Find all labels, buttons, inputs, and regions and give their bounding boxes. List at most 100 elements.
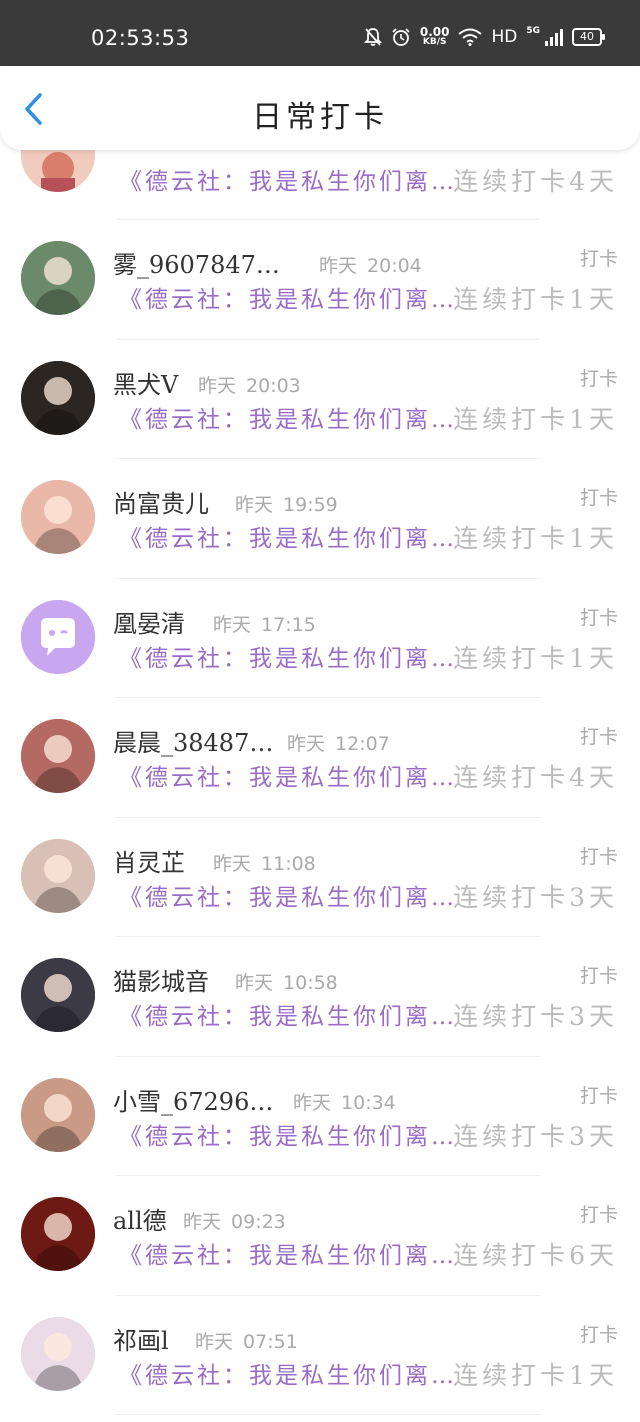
topic-desc[interactable]: 《德云社：我是私生你们离… (119, 1356, 457, 1390)
checkin-clock: 07:51 (243, 1330, 298, 1353)
streak-label: 连续打卡3天 (453, 1002, 618, 1031)
list-item[interactable]: 晨晨_38487… 昨天 12:07 打卡 《德云社：我是私生你们离… 连续打卡4天 (0, 698, 640, 818)
topic-desc[interactable]: 《德云社：我是私生你们离… (119, 519, 457, 553)
avatar[interactable] (21, 241, 95, 315)
checkin-label: 打卡 (579, 965, 618, 987)
checkin-clock: 19:59 (283, 494, 338, 516)
checkin-label: 打卡 (579, 845, 618, 868)
topic-desc[interactable]: 《德云社：我是私生你们离… (119, 1117, 457, 1151)
checkin-time: 昨天 10:34 (293, 1088, 396, 1115)
checkin-clock: 17:15 (261, 613, 316, 636)
battery-level: 40 (580, 30, 594, 43)
wifi-icon (458, 28, 483, 46)
avatar[interactable] (21, 1316, 95, 1391)
streak-label: 连续打卡1天 (453, 643, 618, 673)
streak-label: 连续打卡6天 (453, 1241, 618, 1270)
topic-desc[interactable]: 《德云社：我是私生你们离… (119, 400, 457, 434)
topic-desc[interactable]: 《德云社：我是私生你们离… (119, 280, 457, 314)
user-name[interactable]: 尚富贵儿 (113, 484, 209, 519)
avatar[interactable] (21, 1197, 95, 1271)
avatar-photo-icon (21, 1316, 95, 1391)
list-item[interactable]: 小雪_67296… 昨天 10:34 打卡 《德云社：我是私生你们离… 连续打卡3天 (0, 1057, 640, 1176)
avatar-photo-icon (21, 241, 95, 315)
checkin-day: 昨天 (319, 255, 358, 277)
checkin-clock: 11:08 (261, 852, 316, 875)
list-item[interactable]: all德 昨天 09:23 打卡《德云社：我是私生你们离… 连续打卡6天 (0, 1176, 640, 1296)
checkin-label: 打卡 (579, 367, 618, 390)
user-name[interactable]: 雾_9607847… (113, 245, 280, 280)
streak-label: 连续打卡1天 (453, 1360, 618, 1390)
status-bar: 02:53:53 0.00 KB/S HD 5G 40 (0, 0, 640, 66)
avatar[interactable] (21, 360, 95, 435)
checkin-clock: 12:07 (335, 733, 390, 755)
checkin-day: 昨天 (195, 1330, 234, 1353)
avatar[interactable] (21, 838, 95, 913)
status-time: 02:53:53 (91, 26, 190, 50)
divider (116, 1414, 540, 1415)
list-item[interactable]: 肖灵芷 昨天 11:08 打卡《德云社：我是私生你们离… 连续打卡3天 (0, 818, 640, 937)
list-item[interactable]: 猫影城音 昨天 10:58 打卡《德云社：我是私生你们离… 连续打卡3天 (0, 937, 640, 1057)
avatar[interactable] (21, 1077, 95, 1152)
signal-strength-icon (545, 28, 563, 46)
avatar-photo-icon (21, 838, 95, 913)
checkin-day: 昨天 (213, 852, 252, 875)
avatar[interactable] (21, 599, 95, 674)
checkin-time: 昨天 09:23 (183, 1207, 286, 1234)
status-icons: 0.00 KB/S HD 5G 40 (363, 26, 605, 47)
topic-desc[interactable]: 《德云社：我是私生你们离… (119, 639, 457, 673)
topic-desc[interactable]: 《德云社：我是私生你们离… (119, 1236, 457, 1270)
avatar-photo-icon (21, 719, 95, 793)
avatar-photo-icon (21, 360, 95, 435)
battery-icon: 40 (572, 27, 605, 46)
topic-desc: 《德云社：我是私生你们离… (119, 169, 457, 195)
user-name[interactable]: 凰晏清 (113, 604, 185, 639)
checkin-time: 昨天 20:04 (319, 251, 422, 278)
user-name[interactable]: all德 (113, 1201, 167, 1236)
topic-desc[interactable]: 《德云社：我是私生你们离… (119, 997, 457, 1031)
topic-desc[interactable]: 《德云社：我是私生你们离… (119, 878, 457, 912)
user-name[interactable]: 猫影城音 (113, 962, 209, 997)
user-name[interactable]: 晨晨_38487… (113, 723, 273, 758)
streak-label: 连续打卡1天 (453, 285, 618, 314)
user-name[interactable]: 小雪_67296… (113, 1082, 273, 1117)
avatar-photo-icon (21, 1197, 95, 1271)
avatar[interactable] (21, 719, 95, 793)
hd-indicator: HD (491, 26, 518, 47)
checkin-time: 昨天 12:07 (287, 729, 390, 756)
checkin-label: 打卡 (579, 487, 618, 509)
checkin-label: 打卡 (579, 726, 618, 748)
checkin-time: 昨天 07:51 (195, 1327, 298, 1354)
user-name[interactable]: 祁画l (113, 1321, 169, 1356)
user-name[interactable]: 黑犬V (113, 365, 178, 400)
avatar[interactable] (21, 480, 95, 554)
list-item[interactable]: 尚富贵儿 昨天 19:59 打卡《德云社：我是私生你们离… 连续打卡1天 (0, 459, 640, 579)
checkin-time: 昨天 10:58 (235, 968, 338, 995)
net-speed: 0.00 KB/S (420, 26, 450, 47)
checkin-day: 昨天 (235, 972, 274, 994)
checkin-label: 打卡 (579, 1204, 618, 1226)
streak-label: 连续打卡3天 (453, 882, 618, 912)
checkin-clock: 20:04 (367, 255, 422, 277)
avatar (21, 150, 95, 192)
checkin-time: 昨天 19:59 (235, 490, 338, 517)
streak-label: 连续打卡1天 (453, 524, 618, 553)
topic-desc[interactable]: 《德云社：我是私生你们离… (119, 758, 457, 792)
list-item[interactable]: 雾_9607847… 昨天 20:04 打卡 《德云社：我是私生你们离… 连续打卡1天 (0, 220, 640, 340)
checkin-label: 打卡 (579, 606, 618, 629)
checkin-time: 昨天 17:15 (213, 610, 316, 637)
checkin-clock: 10:58 (283, 972, 338, 994)
list-item-partial[interactable]: 《德云社：我是私生你们离… 连续打卡4天 (0, 150, 640, 220)
list-item[interactable]: 凰晏清 昨天 17:15 打卡《德云社：我是私生你们离… 连续打卡1天 (0, 579, 640, 698)
avatar[interactable] (21, 958, 95, 1032)
checkin-label: 打卡 (579, 1084, 618, 1107)
avatar-photo-icon (21, 958, 95, 1032)
streak-label: 连续打卡1天 (453, 404, 618, 434)
user-name[interactable]: 肖灵芷 (113, 843, 185, 878)
chat-bubble-icon (21, 599, 95, 674)
list-item[interactable]: 黑犬V 昨天 20:03 打卡《德云社：我是私生你们离… 连续打卡1天 (0, 340, 640, 459)
checkin-day: 昨天 (183, 1211, 222, 1233)
checkin-time: 昨天 20:03 (198, 371, 301, 398)
avatar-photo-icon (21, 1077, 95, 1152)
net-speed-unit: KB/S (422, 37, 447, 47)
list-item[interactable]: 祁画l 昨天 07:51 打卡 《德云社：我是私生你们离… 连续打卡1天 (0, 1296, 640, 1415)
